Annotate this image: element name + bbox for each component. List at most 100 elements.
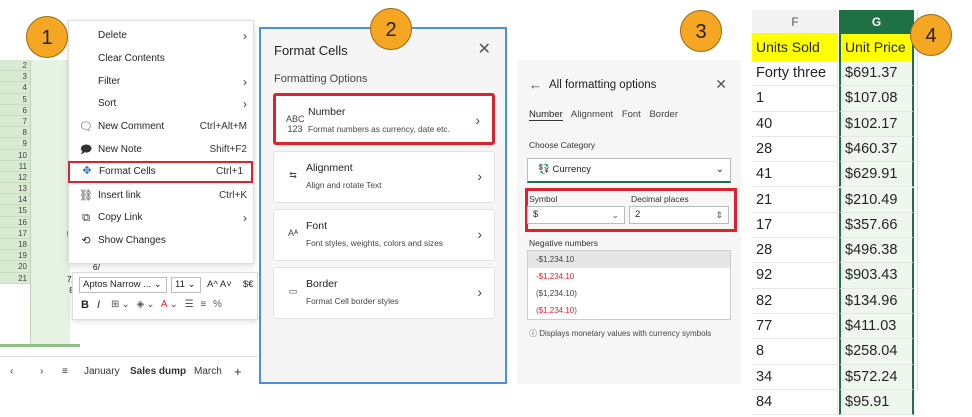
row-number[interactable]: 8 [0, 127, 30, 139]
unit-price-cell[interactable]: $210.49 [839, 187, 914, 213]
row-number[interactable]: 6 [0, 104, 30, 116]
units-sold-cell[interactable]: 41 [752, 162, 838, 188]
unit-price-cell[interactable]: $102.17 [839, 111, 914, 137]
bold-button[interactable]: B [81, 299, 89, 311]
italic-button[interactable]: I [97, 299, 100, 311]
row-number[interactable]: 11 [0, 160, 30, 172]
font-grow-shrink-buttons[interactable]: A^ A˅ [207, 277, 232, 293]
negative-format-option[interactable]: -$1,234.10 [528, 268, 730, 285]
row-number[interactable]: 9 [0, 138, 30, 150]
unit-price-cell[interactable]: $134.96 [839, 288, 914, 314]
font-name-dropdown[interactable]: Aptos Narrow ... ⌄ [79, 277, 167, 293]
units-sold-cell[interactable]: 8 [752, 339, 838, 365]
font-size-dropdown[interactable]: 11 ⌄ [171, 277, 201, 293]
tab-font[interactable]: Font [622, 109, 641, 120]
unit-price-cell[interactable]: $903.43 [839, 263, 914, 289]
currency-format-button[interactable]: $€ [243, 277, 254, 293]
decimal-places-stepper[interactable]: 2 ⇕ [629, 206, 729, 224]
row-number[interactable]: 20 [0, 261, 30, 273]
scroll-left-icon[interactable]: ‹ [10, 357, 13, 387]
add-sheet-button[interactable]: + [234, 357, 242, 387]
unit-price-cell[interactable]: $572.24 [839, 364, 914, 390]
scroll-right-icon[interactable]: › [40, 357, 43, 387]
back-arrow-icon[interactable]: ← [529, 77, 542, 92]
unit-price-cell[interactable]: $411.03 [839, 314, 914, 340]
unit-price-cell[interactable]: $357.66 [839, 212, 914, 239]
tab-border[interactable]: Border [649, 109, 678, 120]
tab-alignment[interactable]: Alignment [571, 109, 613, 120]
units-sold-cell[interactable]: 17 [752, 212, 838, 239]
row-number[interactable]: 7 [0, 115, 30, 128]
tab-number[interactable]: Number [529, 109, 563, 121]
menu-item-sort[interactable]: Sort › [69, 93, 255, 115]
menu-item-label: Delete [98, 30, 127, 41]
menu-item-new-note[interactable]: 🗩 New Note Shift+F2 [69, 139, 255, 161]
units-sold-cell[interactable]: 21 [752, 187, 838, 213]
units-sold-cell[interactable]: 28 [752, 136, 838, 163]
column-header-g[interactable]: G [839, 10, 914, 34]
unit-price-cell[interactable]: $460.37 [839, 136, 914, 163]
symbol-dropdown[interactable]: $ ⌄ [527, 206, 625, 224]
menu-item-new-comment[interactable]: 🗨 New Comment Ctrl+Alt+M [69, 116, 255, 138]
units-sold-cell[interactable]: 92 [752, 263, 838, 289]
units-sold-cell[interactable]: Forty three [752, 61, 838, 87]
tab-march[interactable]: March [194, 357, 222, 387]
row-number[interactable]: 3 [0, 71, 30, 83]
card-number[interactable]: ABC 123 Number Format numbers as currency,… [273, 93, 495, 145]
menu-item-delete[interactable]: Delete › [69, 25, 255, 47]
row-number[interactable]: 4 [0, 82, 30, 94]
format-cells-icon: ✥ [82, 164, 92, 177]
negative-format-option[interactable]: ($1,234.10) [528, 302, 730, 319]
units-sold-cell[interactable]: 84 [752, 389, 838, 416]
stepper-arrows-icon[interactable]: ⇕ [715, 207, 723, 223]
close-icon[interactable]: ✕ [715, 76, 727, 93]
unit-price-cell[interactable]: $107.08 [839, 86, 914, 112]
row-number[interactable]: 15 [0, 205, 30, 217]
tab-january[interactable]: January [84, 357, 120, 387]
format-tools-icons[interactable]: ⊞⌄ ◈⌄ A⌄ ☰ ≡ % [111, 299, 224, 310]
close-icon[interactable]: ✕ [478, 39, 491, 59]
unit-price-cell[interactable]: $629.91 [839, 162, 914, 188]
negative-format-option[interactable]: ($1,234.10) [528, 285, 730, 302]
menu-item-filter[interactable]: Filter › [69, 71, 255, 93]
header-cell-unit-price[interactable]: Unit Price [839, 34, 914, 61]
comment-icon: 🗨 [79, 121, 93, 134]
row-number[interactable]: 19 [0, 250, 30, 262]
row-number[interactable]: 13 [0, 183, 30, 195]
card-border[interactable]: ▭ Border Format Cell border styles › [273, 267, 495, 319]
units-sold-cell[interactable]: 1 [752, 86, 838, 112]
row-number[interactable]: 5 [0, 93, 30, 105]
column-header-f[interactable]: F [752, 10, 838, 34]
sheet-menu-icon[interactable]: ≡ [62, 357, 68, 387]
menu-item-show-changes[interactable]: ⟲ Show Changes [69, 230, 255, 252]
row-number[interactable]: 16 [0, 216, 30, 228]
negative-format-option[interactable]: -$1,234.10 [528, 251, 730, 268]
row-number[interactable]: 18 [0, 239, 30, 251]
card-font[interactable]: Aᴬ Font Font styles, weights, colors and s… [273, 209, 495, 261]
unit-price-cell[interactable]: $496.38 [839, 238, 914, 264]
units-sold-cell[interactable]: 82 [752, 288, 838, 314]
menu-item-label: Sort [98, 98, 117, 110]
unit-price-cell[interactable]: $258.04 [839, 339, 914, 365]
units-sold-cell[interactable]: 77 [752, 314, 838, 340]
unit-price-cell[interactable]: $691.37 [839, 61, 914, 87]
category-dropdown[interactable]: 💱 Currency ⌄ [527, 158, 731, 183]
units-sold-cell[interactable]: 40 [752, 111, 838, 137]
row-number[interactable]: 2 [0, 60, 30, 72]
row-number[interactable]: 10 [0, 149, 30, 161]
card-alignment[interactable]: ⇆ Alignment Align and rotate Text › [273, 151, 495, 203]
row-number[interactable]: 14 [0, 194, 30, 206]
tab-sales-dump[interactable]: Sales dump [130, 357, 186, 387]
row-number[interactable]: 12 [0, 171, 30, 184]
menu-item-insert-link[interactable]: ⛓ Insert link Ctrl+K [69, 185, 255, 207]
menu-item-label: New Note [98, 144, 142, 155]
units-sold-cell[interactable]: 28 [752, 238, 838, 264]
menu-item-clear-contents[interactable]: Clear Contents [69, 48, 255, 70]
menu-item-format-cells[interactable]: ✥ Format Cells Ctrl+1 [68, 160, 253, 183]
header-cell-units-sold[interactable]: Units Sold [752, 34, 838, 61]
unit-price-cell[interactable]: $95.91 [839, 389, 914, 416]
row-number[interactable]: 17 [0, 227, 30, 239]
menu-item-copy-link[interactable]: ⧉ Copy Link › [69, 207, 255, 229]
row-number[interactable]: 21 [0, 272, 30, 284]
units-sold-cell[interactable]: 34 [752, 364, 838, 390]
